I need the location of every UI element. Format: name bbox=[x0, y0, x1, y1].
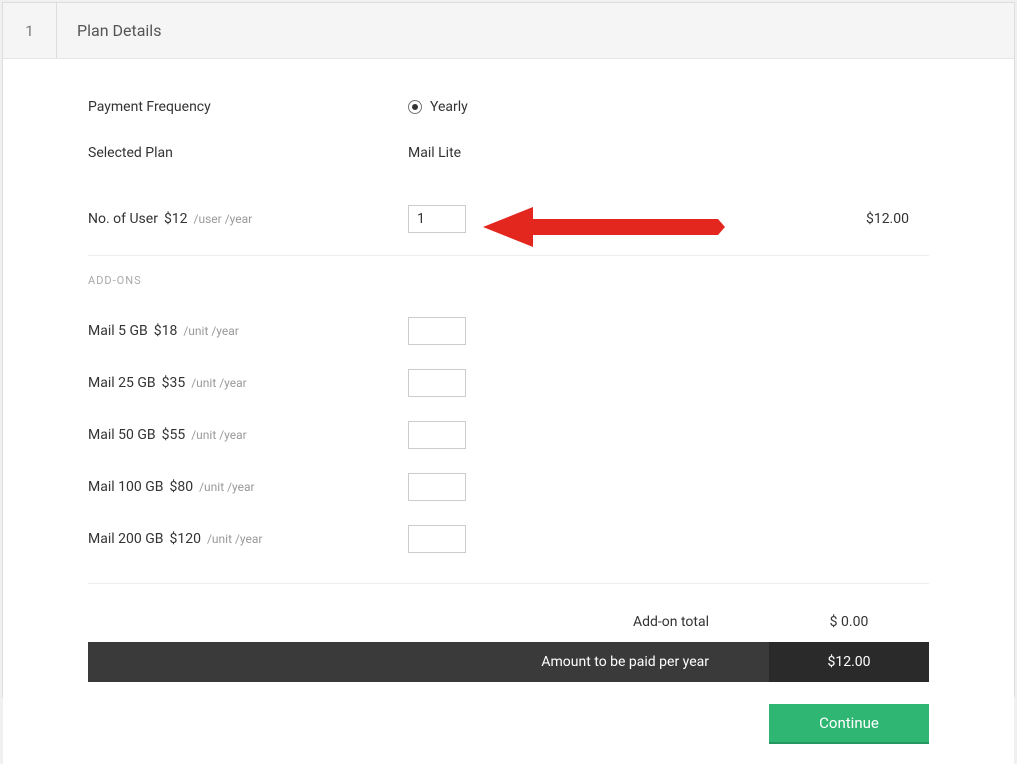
page-container: 1 Plan Details Payment Frequency Yearly … bbox=[2, 2, 1015, 697]
user-count-row: No. of User $12 /user /year $12.00 bbox=[88, 201, 929, 237]
addon-price: $120 bbox=[169, 531, 200, 547]
addon-row-mail-50gb: Mail 50 GB $55 /unit /year bbox=[88, 409, 929, 461]
addon-row-mail-200gb: Mail 200 GB $120 /unit /year bbox=[88, 513, 929, 565]
addon-total-value: $ 0.00 bbox=[769, 614, 929, 630]
addon-qty-input[interactable] bbox=[408, 421, 466, 449]
divider bbox=[88, 583, 929, 584]
radio-selected-icon bbox=[408, 100, 422, 114]
addon-unit: /unit /year bbox=[191, 428, 247, 442]
step-header: 1 Plan Details bbox=[3, 3, 1014, 59]
addon-name: Mail 25 GB bbox=[88, 375, 156, 391]
addon-unit: /unit /year bbox=[199, 480, 255, 494]
addon-qty-input[interactable] bbox=[408, 369, 466, 397]
amount-total-label: Amount to be paid per year bbox=[88, 654, 769, 670]
addon-name: Mail 100 GB bbox=[88, 479, 163, 495]
payment-frequency-label: Payment Frequency bbox=[88, 99, 408, 115]
addon-total-label: Add-on total bbox=[88, 614, 769, 630]
addon-row-mail-100gb: Mail 100 GB $80 /unit /year bbox=[88, 461, 929, 513]
addon-price: $80 bbox=[169, 479, 193, 495]
addon-qty-input[interactable] bbox=[408, 317, 466, 345]
payment-frequency-option[interactable]: Yearly bbox=[408, 99, 668, 115]
user-line-total: $12.00 bbox=[866, 211, 929, 227]
addon-name: Mail 200 GB bbox=[88, 531, 163, 547]
continue-button[interactable]: Continue bbox=[769, 704, 929, 744]
addon-price: $35 bbox=[162, 375, 186, 391]
step-number: 1 bbox=[3, 3, 57, 58]
addon-total-row: Add-on total $ 0.00 bbox=[88, 602, 929, 642]
addon-price: $18 bbox=[154, 323, 178, 339]
addon-unit: /unit /year bbox=[191, 376, 247, 390]
payment-frequency-row: Payment Frequency Yearly bbox=[88, 89, 929, 125]
user-count-label: No. of User $12 /user /year bbox=[88, 211, 408, 227]
addon-unit: /unit /year bbox=[183, 324, 239, 338]
addon-row-mail-25gb: Mail 25 GB $35 /unit /year bbox=[88, 357, 929, 409]
frequency-yearly-label: Yearly bbox=[430, 99, 468, 115]
selected-plan-row: Selected Plan Mail Lite bbox=[88, 135, 929, 171]
addon-unit: /unit /year bbox=[207, 532, 263, 546]
user-qty-input[interactable] bbox=[408, 205, 466, 233]
num-users-text: No. of User bbox=[88, 211, 158, 227]
addon-price: $55 bbox=[162, 427, 186, 443]
amount-total-value: $12.00 bbox=[769, 642, 929, 682]
selected-plan-label: Selected Plan bbox=[88, 145, 408, 161]
addon-qty-input[interactable] bbox=[408, 525, 466, 553]
user-price: $12 bbox=[164, 211, 188, 227]
addons-header: ADD-ONS bbox=[88, 274, 929, 287]
addon-name: Mail 5 GB bbox=[88, 323, 148, 339]
divider bbox=[88, 255, 929, 256]
amount-total-bar: Amount to be paid per year $12.00 bbox=[88, 642, 929, 682]
addon-row-mail-5gb: Mail 5 GB $18 /unit /year bbox=[88, 305, 929, 357]
selected-plan-value: Mail Lite bbox=[408, 145, 668, 161]
addon-name: Mail 50 GB bbox=[88, 427, 156, 443]
step-title: Plan Details bbox=[57, 3, 161, 58]
addon-qty-input[interactable] bbox=[408, 473, 466, 501]
user-unit: /user /year bbox=[194, 212, 253, 226]
content-area: Payment Frequency Yearly Selected Plan M… bbox=[3, 59, 1014, 764]
